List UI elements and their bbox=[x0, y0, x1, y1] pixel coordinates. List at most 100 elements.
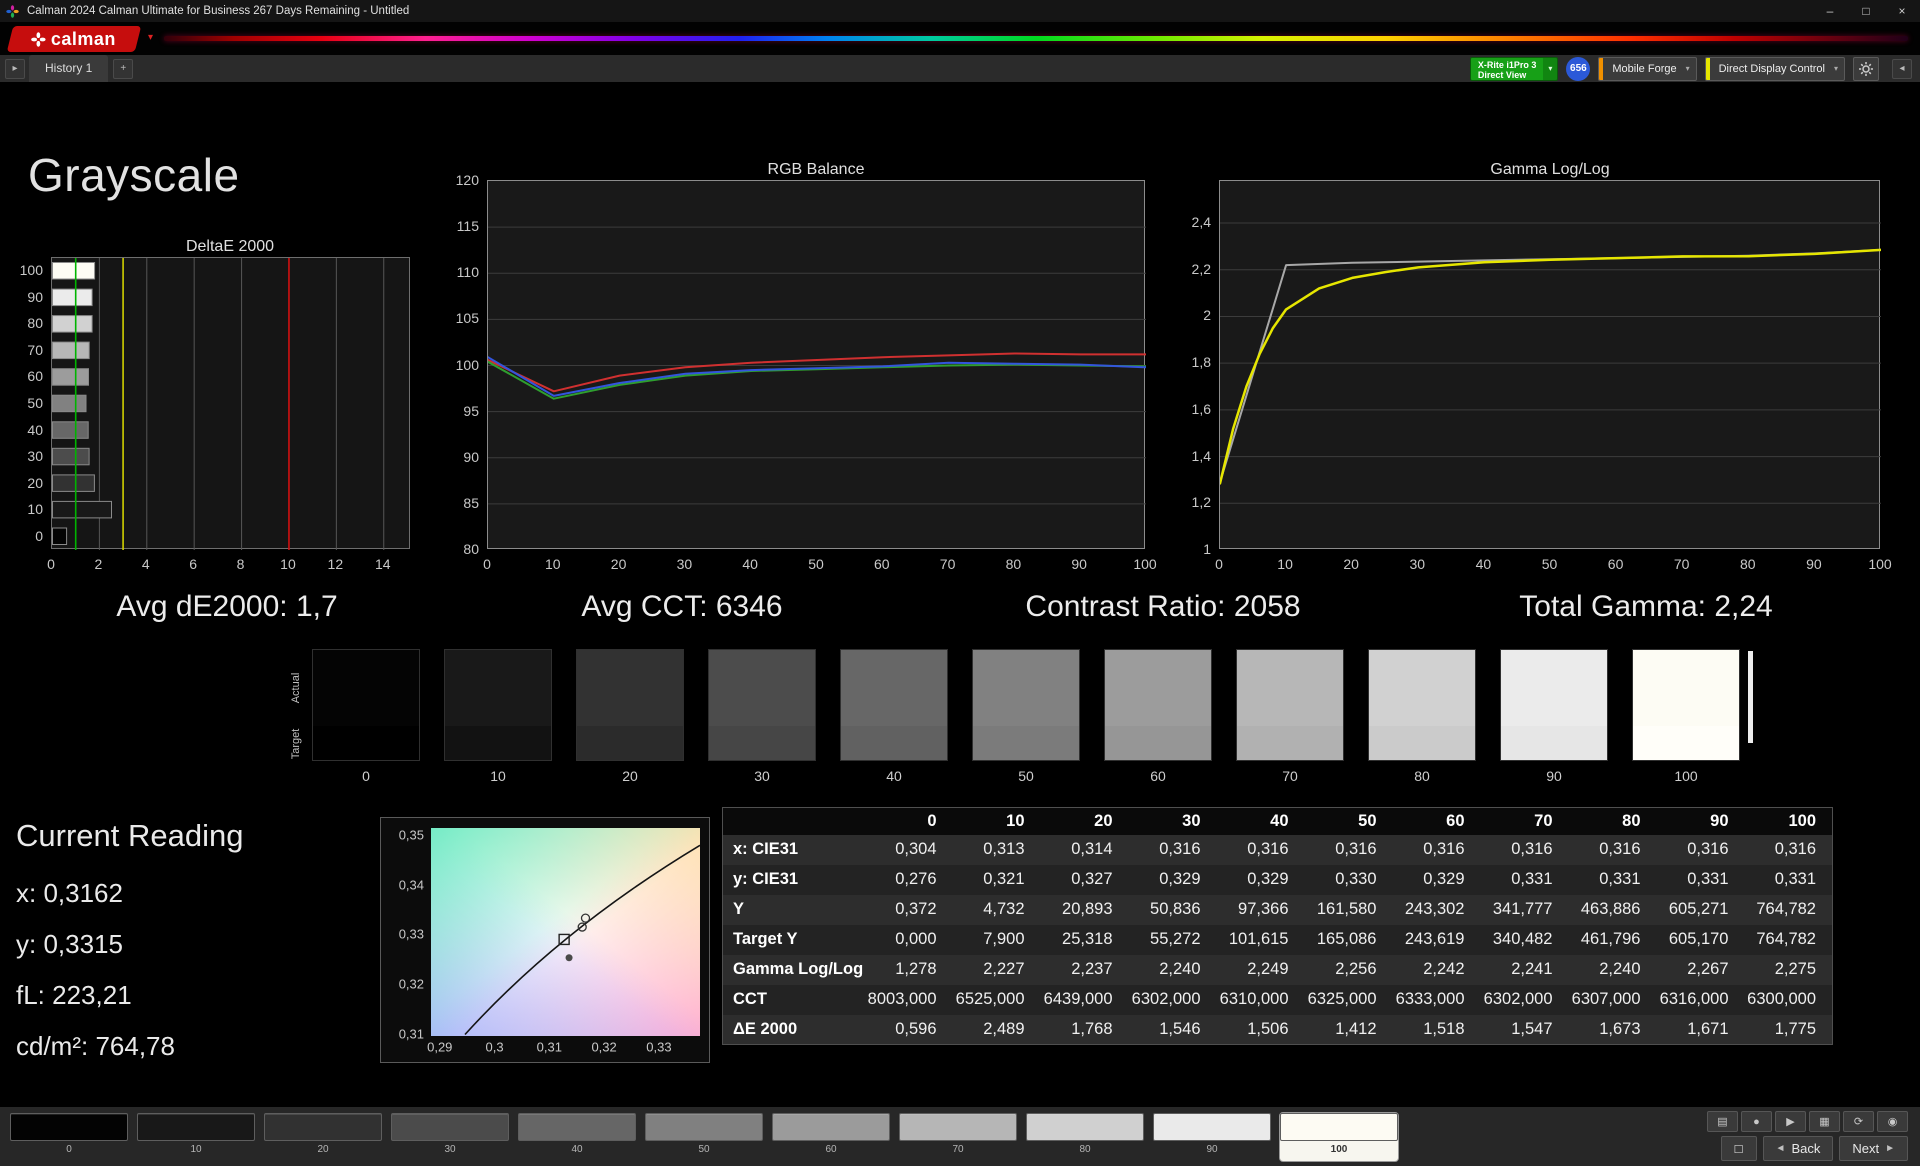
chart-gamma-x-tick-label: 70 bbox=[1673, 556, 1690, 572]
contrast-ratio-stat: Contrast Ratio: 2058 bbox=[1025, 590, 1301, 623]
grid-icon: ▦ bbox=[1819, 1116, 1830, 1128]
table-row: y: CIE31 0,276 0,321 0,327 0,329 0,329 0,330 0,… bbox=[722, 864, 1833, 895]
table-cell: 340,482 bbox=[1492, 930, 1553, 948]
chart-gamma-x-tick-label: 30 bbox=[1409, 556, 1426, 572]
swatch-target bbox=[841, 726, 947, 760]
chart-rgb-y-tick-label: 115 bbox=[456, 218, 479, 235]
profile-badge[interactable]: 656 bbox=[1566, 56, 1591, 81]
table-cell: 0,314 bbox=[1071, 840, 1113, 858]
table-cell: 1,506 bbox=[1247, 1019, 1289, 1038]
table-cell: 6325,000 bbox=[1307, 990, 1377, 1008]
table-cell: 1,547 bbox=[1511, 1019, 1553, 1038]
chart-rgb-y-tick-label: 85 bbox=[463, 494, 479, 511]
power-button[interactable]: ◉ bbox=[1877, 1111, 1908, 1132]
table-col-header: 40 bbox=[1270, 811, 1289, 830]
table-col-header: 50 bbox=[1358, 811, 1377, 830]
level-label: 80 bbox=[1079, 1144, 1091, 1155]
deltae-x-tick-label: 14 bbox=[374, 556, 391, 572]
display-control-dropdown[interactable]: Direct Display Control ▾ bbox=[1704, 56, 1845, 81]
table-cell: 341,777 bbox=[1492, 900, 1553, 918]
grid-button[interactable]: ▦ bbox=[1809, 1111, 1840, 1132]
gamma-chart bbox=[1219, 180, 1881, 549]
source-dropdown[interactable]: Mobile Forge ▾ bbox=[1598, 56, 1697, 81]
play-button[interactable]: ▶ bbox=[1775, 1111, 1806, 1132]
table-cell: 1,673 bbox=[1599, 1019, 1641, 1038]
reading-x: x: 0,3162 bbox=[16, 878, 123, 908]
table-cell: 1,546 bbox=[1159, 1019, 1201, 1038]
swatch-actual bbox=[1369, 650, 1475, 726]
table-cell: 0,329 bbox=[1247, 870, 1289, 888]
table-cell: 0,304 bbox=[895, 840, 937, 858]
chart-rgb-y-tick-label: 80 bbox=[463, 541, 479, 557]
swatch-target bbox=[1105, 726, 1211, 760]
table-cell: 764,782 bbox=[1756, 900, 1816, 918]
table-cell: 0,316 bbox=[1335, 840, 1377, 858]
grayscale-level-button[interactable]: 100 bbox=[1280, 1113, 1398, 1161]
level-swatch bbox=[645, 1113, 763, 1141]
meter-dropdown[interactable]: X-Rite i1Pro 3 Direct View ▾ bbox=[1469, 56, 1559, 81]
deltae-x-tick-label: 12 bbox=[327, 556, 344, 572]
table-row: x: CIE31 0,304 0,313 0,314 0,316 0,316 0,316 0,… bbox=[722, 834, 1833, 865]
table-col-header: 100 bbox=[1788, 811, 1816, 830]
panel-button[interactable]: ▤ bbox=[1707, 1111, 1738, 1132]
calman-logo[interactable]: calman bbox=[6, 26, 142, 52]
chart-rgb-y-tick-label: 110 bbox=[456, 264, 479, 281]
deltae-x-tick-label: 8 bbox=[236, 556, 245, 572]
logo-menu-caret-icon[interactable]: ▾ bbox=[148, 32, 153, 43]
grayscale-level-button[interactable]: 80 bbox=[1026, 1113, 1144, 1161]
settings-button[interactable] bbox=[1853, 56, 1879, 81]
stop-button[interactable]: □ bbox=[1720, 1136, 1757, 1161]
cie-x-tick-label: 0,32 bbox=[591, 1039, 617, 1055]
calman-logo-text: calman bbox=[51, 28, 117, 49]
reading-dot-marker bbox=[565, 954, 573, 962]
table-cell: 0,327 bbox=[1071, 870, 1113, 888]
grayscale-level-button[interactable]: 50 bbox=[645, 1113, 763, 1161]
app-icon bbox=[6, 4, 19, 18]
target-row-label: Target bbox=[290, 728, 302, 760]
grayscale-level-button[interactable]: 10 bbox=[137, 1113, 255, 1161]
table-cell: 2,267 bbox=[1687, 960, 1729, 978]
close-button[interactable]: × bbox=[1884, 0, 1920, 22]
grayscale-level-button[interactable]: 30 bbox=[391, 1113, 509, 1161]
grayscale-level-button[interactable]: 20 bbox=[264, 1113, 382, 1161]
table-cell: 6307,000 bbox=[1571, 990, 1641, 1008]
table-cell: 97,366 bbox=[1238, 900, 1289, 918]
table-cell: 2,275 bbox=[1774, 960, 1816, 978]
history-nav-icon[interactable]: ▸ bbox=[5, 58, 25, 79]
swatch-target bbox=[709, 726, 815, 760]
add-tab-button[interactable]: + bbox=[113, 58, 134, 79]
collapse-panel-icon[interactable]: ◂ bbox=[1892, 58, 1912, 79]
gear-icon bbox=[1859, 61, 1873, 76]
table-cell: 50,836 bbox=[1150, 900, 1201, 918]
swatch-strip-edge-marker bbox=[1748, 651, 1753, 743]
table-cell: 605,271 bbox=[1668, 900, 1729, 918]
chart-rgb-y-tick-label: 90 bbox=[463, 448, 479, 465]
record-button[interactable]: ● bbox=[1741, 1111, 1772, 1132]
grayscale-level-button[interactable]: 90 bbox=[1153, 1113, 1271, 1161]
table-cell: 2,256 bbox=[1335, 960, 1377, 978]
grayscale-level-button[interactable]: 0 bbox=[10, 1113, 128, 1161]
table-cell: 0,316 bbox=[1511, 840, 1553, 858]
chart-rgb-x-tick-label: 30 bbox=[676, 556, 693, 572]
chart-gamma-x-tick-label: 0 bbox=[1215, 556, 1223, 572]
cie-gradient-plot bbox=[431, 828, 701, 1036]
next-button[interactable]: Next ► bbox=[1839, 1136, 1908, 1161]
chart-gamma-x-tick-label: 80 bbox=[1740, 556, 1756, 572]
table-cell: 764,782 bbox=[1756, 930, 1816, 948]
calman-app: Calman 2024 Calman Ultimate for Business… bbox=[0, 0, 1920, 1166]
chart-gamma-y-tick-label: 1,6 bbox=[1191, 400, 1211, 417]
toolbar-right-controls: ▤ ● ▶ ▦ ⟳ ◉ □ ◄ Back Next ► bbox=[1707, 1111, 1908, 1161]
tab-history-1[interactable]: History 1 bbox=[29, 55, 109, 82]
minimize-button[interactable]: – bbox=[1812, 0, 1848, 22]
table-row: Y 0,372 4,732 20,893 50,836 97,366 161,580 243,… bbox=[722, 894, 1833, 925]
maximize-button[interactable]: □ bbox=[1848, 0, 1884, 22]
grayscale-level-button[interactable]: 70 bbox=[899, 1113, 1017, 1161]
refresh-button[interactable]: ⟳ bbox=[1843, 1111, 1874, 1132]
grayscale-level-button[interactable]: 60 bbox=[772, 1113, 890, 1161]
deltae-y-tick-label: 50 bbox=[27, 395, 43, 411]
back-button[interactable]: ◄ Back bbox=[1762, 1136, 1834, 1161]
workflow-nav: □ ◄ Back Next ► bbox=[1720, 1136, 1908, 1161]
grayscale-level-button[interactable]: 40 bbox=[518, 1113, 636, 1161]
table-row-label: y: CIE31 bbox=[733, 870, 799, 888]
table-col-header: 20 bbox=[1094, 811, 1113, 830]
